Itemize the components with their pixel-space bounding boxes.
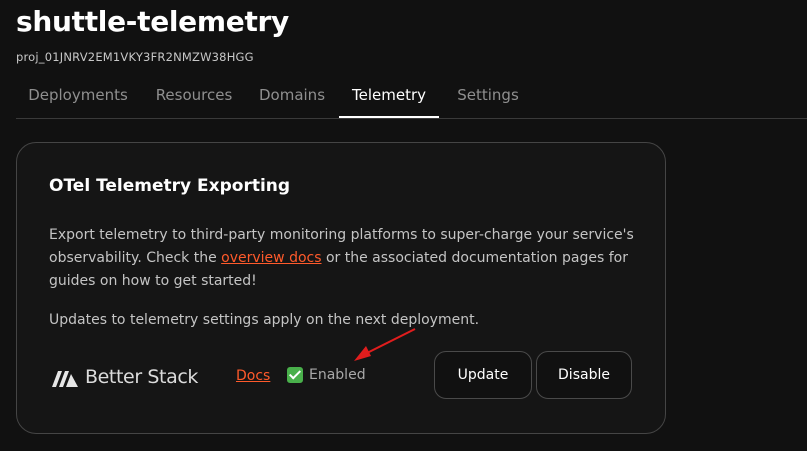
better-stack-logo-icon	[52, 371, 78, 387]
better-stack-logo: Better Stack	[51, 363, 198, 391]
provider-row: Better Stack Docs Enabled Update Disable	[51, 351, 651, 399]
page: shuttle-telemetry proj_01JNRV2EM1VKY3FR2…	[0, 0, 807, 451]
deployment-note: Updates to telemetry settings apply on t…	[49, 312, 480, 328]
project-id: proj_01JNRV2EM1VKY3FR2NMZW38HGG	[16, 50, 254, 64]
provider-name: Better Stack	[85, 366, 198, 388]
tab-bar: Deployments Resources Domains Telemetry …	[16, 78, 807, 119]
status-badge: Enabled	[287, 367, 366, 383]
card-title: OTel Telemetry Exporting	[49, 176, 291, 196]
tab-telemetry[interactable]: Telemetry	[339, 78, 439, 118]
check-mark-icon	[287, 367, 303, 383]
disable-button[interactable]: Disable	[536, 351, 632, 399]
card-description: Export telemetry to third-party monitori…	[49, 224, 649, 293]
tab-domains[interactable]: Domains	[252, 78, 332, 116]
tab-deployments[interactable]: Deployments	[16, 78, 140, 116]
status-label: Enabled	[309, 367, 366, 383]
provider-docs-link[interactable]: Docs	[236, 368, 270, 384]
tab-resources[interactable]: Resources	[146, 78, 242, 116]
update-button[interactable]: Update	[434, 351, 532, 399]
tab-settings[interactable]: Settings	[448, 78, 528, 116]
otel-card: OTel Telemetry Exporting Export telemetr…	[16, 142, 666, 434]
overview-docs-link[interactable]: overview docs	[221, 250, 321, 266]
page-title: shuttle-telemetry	[16, 5, 289, 38]
